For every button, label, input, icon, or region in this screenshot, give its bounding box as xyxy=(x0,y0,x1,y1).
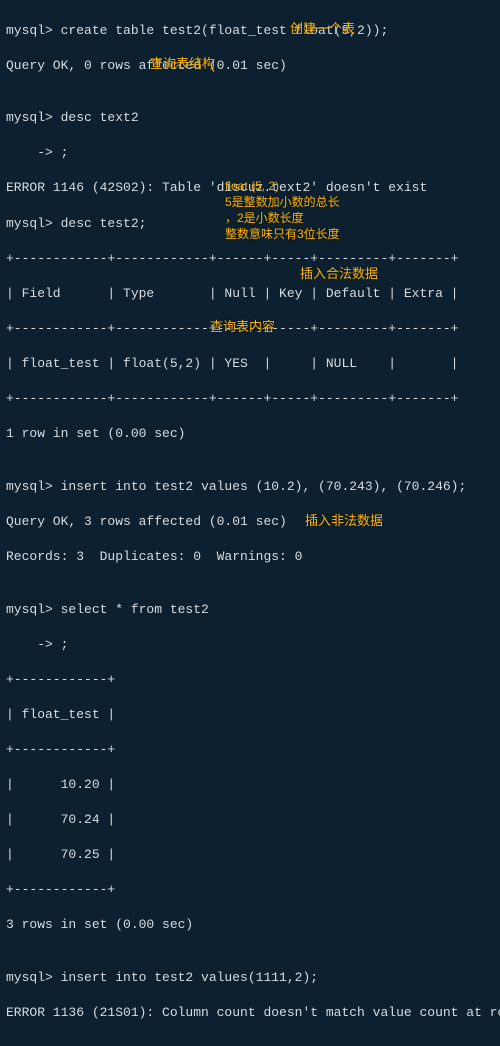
term-line: 1 row in set (0.00 sec) xyxy=(6,425,494,443)
term-line: mysql> insert into test2 values(1111,2); xyxy=(6,969,494,987)
annotation-select-content: 查询表内容 xyxy=(210,318,275,336)
term-line: +------------+ xyxy=(6,881,494,899)
term-line: | 70.24 | xyxy=(6,811,494,829)
annotation-float-explain-4: 整数意味只有3位长度 xyxy=(225,226,340,242)
term-line: | 70.25 | xyxy=(6,846,494,864)
annotation-float-explain-1: float (5, 2) xyxy=(225,178,279,194)
term-line: -> ; xyxy=(6,144,494,162)
term-line: -> ; xyxy=(6,636,494,654)
term-line: | float_test | float(5,2) | YES | | NULL… xyxy=(6,355,494,373)
term-line: | Field | Type | Null | Key | Default | … xyxy=(6,285,494,303)
terminal-output: mysql> create table test2(float_test flo… xyxy=(0,0,500,1046)
annotation-float-explain-2: 5是整数加小数的总长 xyxy=(225,194,340,210)
term-line: mysql> desc text2 xyxy=(6,109,494,127)
annotation-float-explain-3: ，2是小数长度 xyxy=(225,210,304,226)
term-line: | float_test | xyxy=(6,706,494,724)
term-line: | 10.20 | xyxy=(6,776,494,794)
annotation-create-table: 创建一个表 xyxy=(290,20,355,38)
annotation-desc-table: 查询表结构 xyxy=(150,55,215,73)
annotation-insert-legal: 插入合法数据 xyxy=(300,265,378,283)
term-line: 3 rows in set (0.00 sec) xyxy=(6,916,494,934)
term-line: +------------+------------+------+-----+… xyxy=(6,250,494,268)
term-line: mysql> insert into test2 values (10.2), … xyxy=(6,478,494,496)
term-line: Query OK, 3 rows affected (0.01 sec) xyxy=(6,513,494,531)
annotation-insert-illegal: 插入非法数据 xyxy=(305,512,383,530)
term-line: +------------+ xyxy=(6,741,494,759)
term-line: mysql> select * from test2 xyxy=(6,601,494,619)
term-line: mysql> create table test2(float_test flo… xyxy=(6,22,494,40)
term-line: ERROR 1136 (21S01): Column count doesn't… xyxy=(6,1004,494,1022)
term-line: +------------+------------+------+-----+… xyxy=(6,390,494,408)
term-line: Query OK, 0 rows affected (0.01 sec) xyxy=(6,57,494,75)
term-line: +------------+ xyxy=(6,671,494,689)
term-line: Records: 3 Duplicates: 0 Warnings: 0 xyxy=(6,548,494,566)
